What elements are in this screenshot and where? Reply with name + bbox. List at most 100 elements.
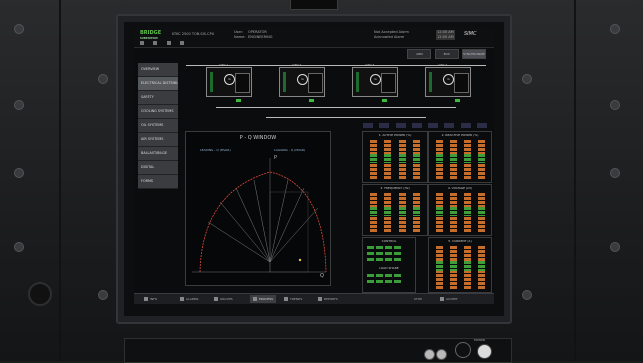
sidebar-item-oil[interactable]: OIL SYSTEMS — [138, 119, 178, 133]
button-label: INFO — [150, 297, 158, 301]
process-button[interactable]: PROCESS — [250, 295, 277, 303]
screw — [98, 290, 108, 300]
column-header — [395, 123, 406, 128]
name-value: ENGINEERING — [248, 35, 273, 39]
user-icon — [214, 297, 218, 301]
generator-4[interactable]: GEN 4 G — [425, 63, 471, 97]
sidebar-item-digital[interactable]: DIGITAL — [138, 161, 178, 175]
sidebar-item-electrical-distribution[interactable]: ELECTRICAL DISTRIBUTION — [138, 77, 178, 91]
alarm-not-accepted: Not Accepted Alarm — [374, 30, 409, 34]
column-header — [379, 123, 390, 128]
breaker-indicator[interactable] — [309, 99, 314, 102]
button-label: ACCEPT — [446, 297, 458, 301]
load-bar — [283, 72, 286, 92]
load-bar — [210, 72, 213, 92]
generator-symbol: G — [443, 74, 454, 85]
accept-button[interactable]: ACCEPT — [440, 295, 458, 303]
sun-icon — [455, 342, 471, 358]
sidebar-item-cooling[interactable]: COOLING SYSTEMS — [138, 105, 178, 119]
screw — [14, 168, 24, 178]
brightness-up-button[interactable] — [436, 349, 447, 360]
print-icon[interactable] — [153, 41, 158, 45]
process-icon — [253, 297, 257, 301]
panel-title: 1. ACTIVE POWER (%) — [378, 133, 412, 137]
screw — [610, 168, 620, 178]
top-plate — [290, 0, 338, 10]
alarm-time-1: 12:00 AM — [436, 30, 455, 35]
bar-group — [366, 140, 424, 180]
breaker-indicator[interactable] — [236, 99, 241, 102]
pq-window: P - Q WINDOW LEADING - Q (MVAR) LAGGING … — [185, 131, 331, 286]
tab-bus[interactable]: BUS — [434, 49, 459, 59]
bottom-toolbar: INFO ALARMS GROUPS PROCESS TRENDS REPORT… — [134, 293, 494, 304]
brand-logo: BRIDGE SUBSTATION — [140, 31, 162, 41]
panel-title: 4. VOLTAGE (kV) — [447, 186, 473, 190]
sidebar-item-air[interactable]: AIR SYSTEMS — [138, 133, 178, 147]
bar-group — [432, 246, 488, 290]
stop-button[interactable]: STOP — [414, 295, 422, 303]
search-icon — [284, 297, 288, 301]
tab-gen[interactable]: GEN — [407, 49, 432, 59]
breaker-indicator[interactable] — [382, 99, 387, 102]
screw — [610, 24, 620, 34]
generator-3[interactable]: GEN 3 G — [352, 63, 398, 97]
lower-bus — [216, 107, 456, 108]
column-header — [428, 123, 439, 128]
generator-symbol: G — [370, 74, 381, 85]
panel-seam — [574, 0, 576, 361]
generator-1[interactable]: GEN 1 G — [206, 63, 252, 97]
alarms-button[interactable]: ALARMS — [180, 295, 198, 303]
voltage-panel: 4. VOLTAGE (kV) — [428, 184, 492, 236]
control-panel: CONTROL LOAD SHARE — [362, 237, 416, 293]
panel-seam — [59, 0, 61, 361]
folder-icon[interactable] — [179, 41, 184, 45]
breaker-indicator[interactable] — [455, 99, 460, 102]
sidebar: OVERVIEW ELECTRICAL DISTRIBUTION SAFETY … — [134, 63, 179, 189]
reports-button[interactable]: REPORTS — [318, 295, 338, 303]
active-power-panel: 1. ACTIVE POWER (%) — [362, 131, 428, 183]
bar-group — [432, 193, 488, 233]
power-button[interactable] — [477, 344, 492, 359]
generator-label: GEN 3 — [365, 63, 375, 67]
tie-bus — [266, 117, 426, 118]
power-label: POWER — [474, 338, 486, 342]
generator-column-headers — [360, 123, 490, 128]
panel-title: LOAD SHARE — [379, 266, 399, 270]
bar-group — [366, 193, 424, 233]
panel-title: 3. FREQUENCY (Hz) — [380, 186, 410, 190]
name-label: Name: — [234, 35, 246, 39]
generator-readings — [454, 73, 469, 93]
current-panel: 5. CURRENT (A) — [428, 237, 492, 293]
bell-icon — [180, 297, 184, 301]
header-bar: BRIDGE SUBSTATION KTKC 2500 TOB-SIS-CPU … — [134, 27, 494, 48]
generator-label: GEN 1 — [219, 63, 229, 67]
column-header — [476, 123, 487, 128]
column-header — [460, 123, 471, 128]
pq-capability-curve — [192, 158, 327, 273]
wrench-icon — [318, 297, 322, 301]
sidebar-item-ballast[interactable]: BALLAST/BILGE — [138, 147, 178, 161]
info-button[interactable]: INFO — [144, 295, 157, 303]
brightness-down-button[interactable] — [424, 349, 435, 360]
sidebar-item-forms[interactable]: FORMS — [138, 175, 178, 189]
home-icon[interactable] — [140, 41, 144, 45]
tab-synchronize[interactable]: SYNCHRONIZE — [462, 49, 486, 59]
reactive-power-panel: 2. REACTIVE POWER (%) — [428, 131, 492, 183]
trends-button[interactable]: TRENDS — [284, 295, 302, 303]
sidebar-item-overview[interactable]: OVERVIEW — [138, 63, 178, 77]
alarm-acknowledged: Acknowled Alarm — [374, 35, 405, 39]
single-line-diagram: GEN 1 G GEN 2 G GEN 3 G GEN 4 G — [186, 61, 486, 121]
button-label: GROUPS — [220, 297, 233, 301]
control-row — [365, 274, 413, 278]
user-value: OPERATOR — [248, 30, 267, 34]
generator-2[interactable]: GEN 2 G — [279, 63, 325, 97]
groups-button[interactable]: GROUPS — [214, 295, 233, 303]
control-row — [365, 252, 413, 256]
load-bar — [429, 72, 432, 92]
screw — [98, 74, 108, 84]
save-icon[interactable] — [166, 41, 171, 45]
panel-title: CONTROL — [381, 239, 397, 243]
sidebar-item-safety[interactable]: SAFETY — [138, 91, 178, 105]
generator-readings — [381, 73, 396, 93]
rotary-knob[interactable] — [28, 282, 52, 306]
